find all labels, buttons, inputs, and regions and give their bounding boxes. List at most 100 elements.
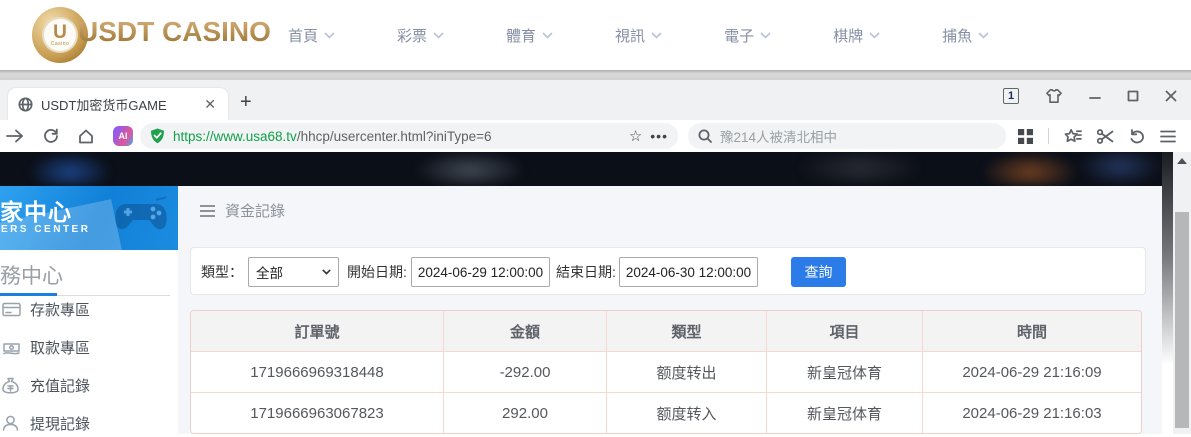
funds-table: 訂單號 金額 類型 項目 時間 1719666969318448 -292.00… — [190, 310, 1142, 434]
nav-label: 體育 — [506, 27, 537, 45]
table-row: 1719666969318448 -292.00 额度转出 新皇冠体育 2024… — [191, 351, 1141, 392]
cell-amount: -292.00 — [443, 352, 606, 392]
menu-icon[interactable] — [1160, 130, 1176, 143]
query-button[interactable]: 查詢 — [791, 257, 846, 287]
type-select[interactable]: 全部 — [248, 257, 339, 287]
chevron-down-icon — [651, 31, 662, 39]
browser-tab-active[interactable]: USDT加密货币GAME ✕ — [8, 88, 228, 120]
casino-main-nav: 首頁 彩票 體育 視訊 電子 棋牌 捕魚 — [288, 0, 989, 70]
cell-type: 额度转入 — [606, 393, 766, 433]
more-actions-icon[interactable]: ••• — [650, 128, 668, 144]
nav-item-cards[interactable]: 棋牌 — [833, 25, 880, 46]
sidebar-item-label: 取款專區 — [30, 339, 91, 357]
search-icon — [698, 129, 712, 143]
cell-type: 额度转出 — [606, 352, 766, 392]
nav-label: 電子 — [724, 27, 755, 45]
col-header-time: 時間 — [922, 311, 1141, 351]
nav-item-video[interactable]: 視訊 — [615, 25, 662, 46]
nav-item-fishing[interactable]: 捕魚 — [942, 25, 989, 46]
start-date-input[interactable]: 2024-06-29 12:00:00 — [411, 257, 550, 287]
gamepad-icon — [115, 196, 167, 230]
favorites-star-icon[interactable] — [1064, 128, 1082, 144]
theme-shirt-icon[interactable] — [1045, 88, 1063, 104]
apps-grid-icon[interactable] — [1018, 128, 1033, 144]
sidebar-item-recharge[interactable]: 充值記錄 — [0, 371, 178, 399]
cell-order-number: 1719666969318448 — [250, 363, 384, 381]
reload-icon[interactable] — [43, 128, 59, 144]
col-header-type: 類型 — [606, 311, 766, 351]
nav-item-sports[interactable]: 體育 — [506, 25, 553, 46]
address-bar[interactable]: https://www.usa68.tv/hhcp/usercenter.htm… — [140, 123, 678, 149]
casino-logo-inner: U Casino — [42, 17, 78, 53]
sidebar: 家中心 ERS CENTER 務中心 存款專區 取款專區 充值記錄 提現記錄 — [0, 186, 178, 434]
start-date-label: 開始日期: — [347, 264, 407, 280]
chevron-down-icon — [978, 31, 989, 39]
withdraw-icon — [3, 342, 20, 354]
tab-title: USDT加密货币GAME — [41, 97, 167, 113]
end-date-label: 結束日期: — [556, 264, 616, 280]
chevron-down-icon — [760, 31, 771, 39]
sidebar-item-deposit[interactable]: 存款專區 — [0, 295, 178, 323]
browser-extension-icons — [1018, 120, 1176, 152]
casino-site-header: U Casino USDT CASINO 首頁 彩票 體育 視訊 電子 棋牌 捕… — [0, 0, 1191, 70]
chevron-down-icon — [542, 31, 553, 39]
scrollbar-thumb[interactable] — [1175, 212, 1189, 428]
cell-amount: 292.00 — [443, 393, 606, 433]
logo-initial: U — [53, 21, 67, 43]
bookmark-star-icon[interactable]: ☆ — [629, 127, 642, 145]
sidebar-item-withdraw[interactable]: 取款專區 — [0, 333, 178, 361]
maximize-icon[interactable] — [1127, 90, 1139, 102]
table-row: 1719666963067823 292.00 额度转入 新皇冠体育 2024-… — [191, 392, 1141, 433]
cell-time: 2024-06-29 21:16:03 — [922, 393, 1141, 433]
site-banner-strip — [0, 152, 1162, 186]
url-text: https://www.usa68.tv/hhcp/usercenter.htm… — [173, 129, 621, 144]
player-center-title: 家中心 — [0, 199, 72, 225]
home-icon[interactable] — [78, 129, 94, 144]
search-placeholder: 豫214人被清北相中 — [720, 130, 838, 145]
table-header-row: 訂單號 金額 類型 項目 時間 — [191, 311, 1141, 351]
nav-item-slots[interactable]: 電子 — [724, 25, 771, 46]
undo-icon[interactable] — [1129, 128, 1145, 144]
cell-order-number: 1719666963067823 — [250, 404, 384, 422]
nav-item-lottery[interactable]: 彩票 — [397, 25, 444, 46]
col-header-amount: 金額 — [443, 311, 606, 351]
scrollbar-up-icon[interactable] — [1177, 158, 1187, 164]
nav-label: 首頁 — [288, 27, 319, 45]
forward-icon[interactable] — [6, 129, 24, 143]
tab-count-badge[interactable]: 1 — [1003, 88, 1019, 104]
type-select-value: 全部 — [256, 266, 283, 281]
url-secure-part: https://www.usa68.tv — [173, 128, 297, 144]
collapse-menu-icon[interactable] — [200, 204, 215, 217]
player-center-banner: 家中心 ERS CENTER — [0, 186, 178, 250]
sidebar-item-label: 提現記錄 — [30, 415, 91, 433]
tab-close-icon[interactable]: ✕ — [202, 96, 218, 113]
nav-label: 捕魚 — [942, 27, 973, 45]
cell-item: 新皇冠体育 — [766, 352, 922, 392]
end-date-input[interactable]: 2024-06-30 12:00:00 — [619, 257, 758, 287]
cashout-icon — [2, 415, 19, 431]
sidebar-item-cashout[interactable]: 提現記錄 — [0, 409, 178, 437]
cell-time: 2024-06-29 21:16:09 — [922, 352, 1141, 392]
toolbar-separator — [1048, 128, 1049, 144]
ai-assistant-icon[interactable]: AI — [113, 126, 133, 146]
globe-icon — [18, 96, 33, 112]
chevron-down-icon — [433, 31, 444, 39]
close-window-icon[interactable] — [1165, 90, 1177, 102]
casino-logo-wordmark[interactable]: USDT CASINO — [78, 16, 271, 48]
page-title: 資金記錄 — [225, 203, 286, 220]
cell-item: 新皇冠体育 — [766, 393, 922, 433]
minimize-icon[interactable] — [1089, 90, 1101, 102]
new-tab-button[interactable]: + — [240, 92, 252, 112]
chevron-down-icon — [322, 269, 331, 275]
nav-item-home[interactable]: 首頁 — [288, 25, 335, 46]
logo-small-text: Casino — [50, 40, 70, 47]
screenshot-scissors-icon[interactable] — [1097, 128, 1114, 144]
deposit-icon — [2, 302, 21, 316]
security-shield-icon — [151, 128, 164, 144]
window-controls: 1 — [1003, 88, 1177, 104]
browser-search-box[interactable]: 豫214人被清北相中 — [688, 123, 1006, 149]
page-header: 資金記錄 — [200, 200, 285, 221]
service-center-title: 務中心 — [0, 265, 63, 288]
nav-label: 棋牌 — [833, 27, 864, 45]
nav-label: 視訊 — [615, 27, 646, 45]
